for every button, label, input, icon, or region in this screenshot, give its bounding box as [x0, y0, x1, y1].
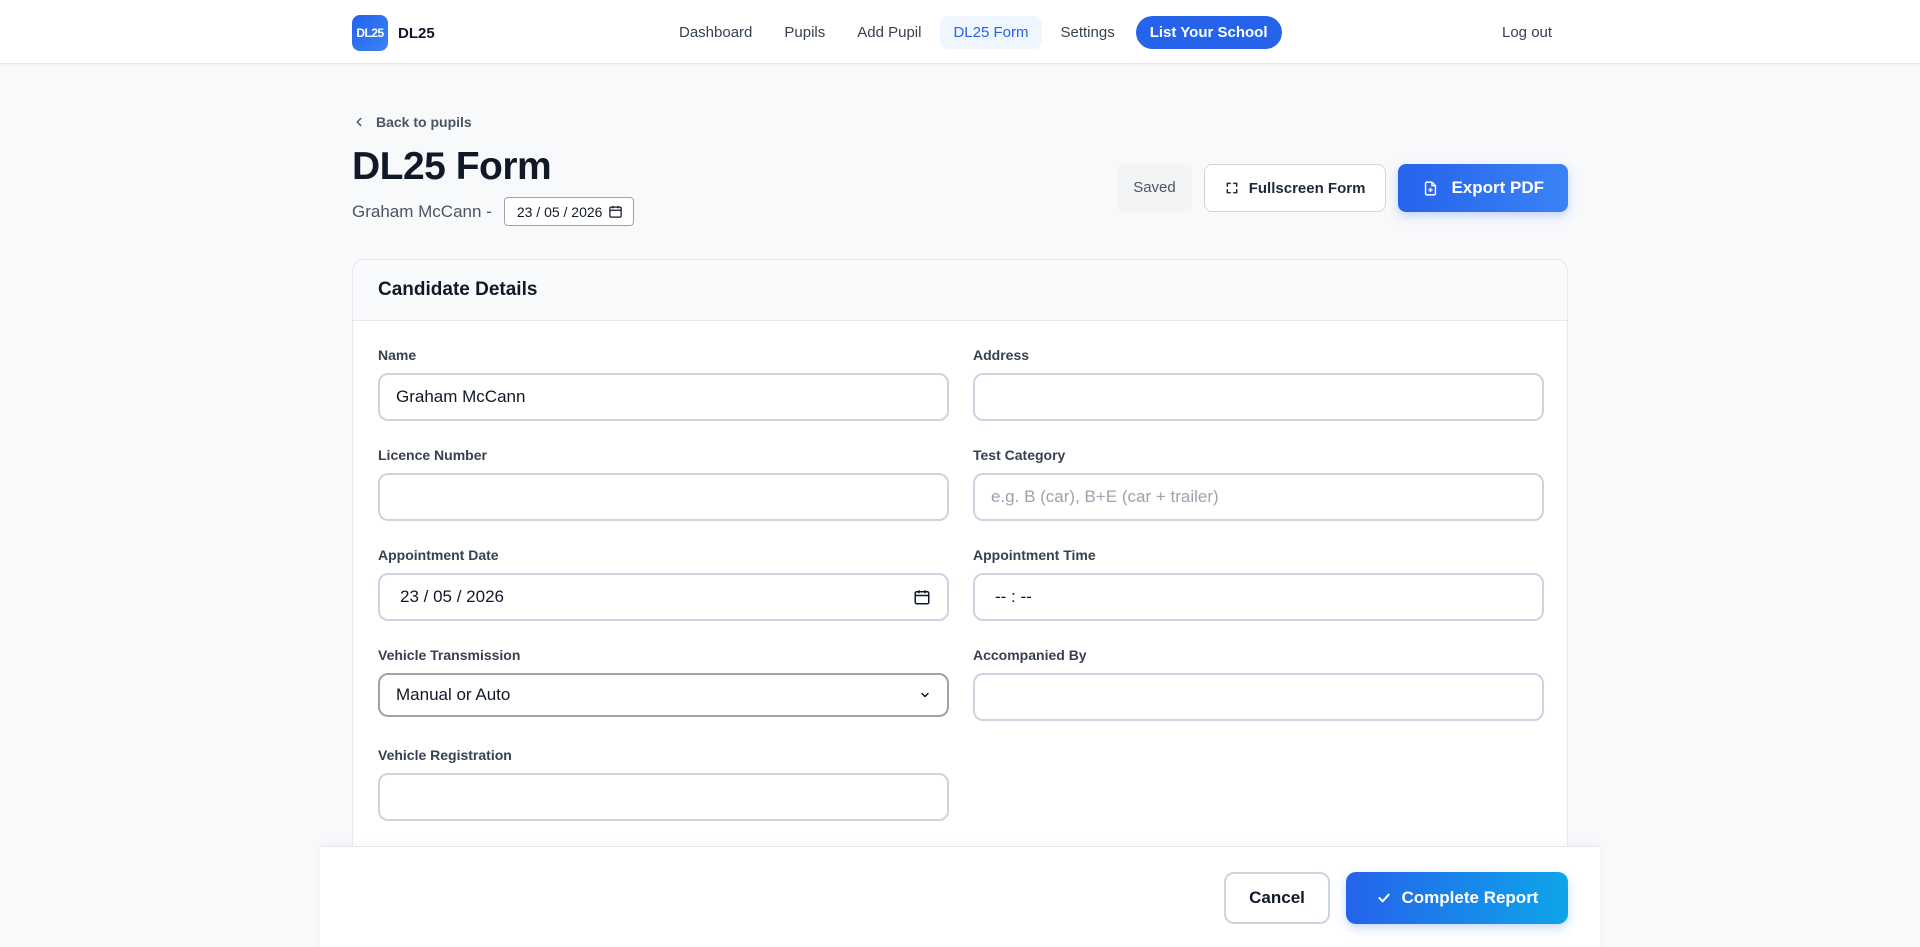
back-label: Back to pupils	[376, 114, 472, 130]
export-pdf-button[interactable]: Export PDF	[1398, 164, 1568, 212]
file-icon	[1425, 180, 1437, 196]
accompanied-by-label: Accompanied By	[973, 647, 1087, 663]
name-label: Name	[378, 347, 417, 363]
candidate-details-card: Candidate Details Name Graham McCann Add…	[352, 259, 1568, 947]
header-date-input[interactable]: 23 / 05 / 2026	[503, 197, 635, 226]
chevron-left-icon	[356, 117, 362, 127]
logout-link[interactable]: Log out	[1502, 24, 1552, 41]
appointment-date-value: 23 / 05 / 2026	[400, 587, 504, 606]
vehicle-transmission-label: Vehicle Transmission	[378, 647, 521, 663]
chevron-down-icon	[921, 692, 929, 698]
check-icon	[1377, 893, 1390, 903]
list-your-school-button[interactable]: List Your School	[1135, 16, 1282, 49]
calendar-icon	[609, 205, 623, 218]
name-field[interactable]: Graham McCann	[378, 373, 949, 421]
pupil-name: Graham McCann -	[352, 201, 492, 221]
card-title: Candidate Details	[353, 260, 1567, 321]
test-category-label: Test Category	[973, 447, 1066, 463]
fullscreen-label: Fullscreen Form	[1248, 179, 1366, 197]
test-category-field[interactable]: e.g. B (car), B+E (car + trailer)	[973, 473, 1544, 521]
page-title: DL25 Form	[352, 145, 552, 188]
licence-number-label: Licence Number	[378, 447, 487, 463]
address-field[interactable]	[973, 373, 1544, 421]
appointment-date-field[interactable]: 23 / 05 / 2026	[378, 573, 949, 621]
vehicle-transmission-select[interactable]: Manual or Auto	[378, 673, 949, 717]
appointment-date-label: Appointment Date	[378, 547, 499, 563]
licence-number-field[interactable]	[378, 473, 949, 521]
export-label: Export PDF	[1451, 178, 1544, 197]
appointment-time-value: -- : --	[995, 587, 1032, 606]
footer-action-bar: Cancel Complete Report	[320, 846, 1600, 947]
nav-item-settings[interactable]: Settings	[1048, 16, 1128, 49]
brand[interactable]: DL25 DL25	[352, 15, 435, 51]
main-nav: Dashboard Pupils Add Pupil DL25 Form Set…	[666, 16, 1282, 49]
appointment-time-field[interactable]: -- : --	[973, 573, 1544, 621]
address-label: Address	[973, 347, 1030, 363]
saved-status-badge: Saved	[1117, 164, 1192, 212]
fullscreen-form-button[interactable]: Fullscreen Form	[1203, 164, 1387, 212]
nav-item-add-pupil[interactable]: Add Pupil	[844, 16, 934, 49]
brand-name: DL25	[398, 24, 435, 42]
nav-item-pupils[interactable]: Pupils	[771, 16, 838, 49]
nav-item-dl25-form[interactable]: DL25 Form	[940, 16, 1042, 49]
vehicle-registration-label: Vehicle Registration	[378, 747, 512, 763]
complete-report-label: Complete Report	[1401, 888, 1539, 907]
cancel-button[interactable]: Cancel	[1224, 872, 1330, 924]
complete-report-button[interactable]: Complete Report	[1346, 872, 1568, 924]
fullscreen-icon	[1226, 182, 1238, 194]
appointment-time-label: Appointment Time	[973, 547, 1096, 563]
test-category-placeholder: e.g. B (car), B+E (car + trailer)	[991, 487, 1219, 506]
brand-logo: DL25	[352, 15, 388, 51]
back-to-pupils-link[interactable]: Back to pupils	[352, 114, 472, 130]
header-actions: Saved Fullscreen Form Export PDF	[1117, 164, 1568, 212]
accompanied-by-field[interactable]	[973, 673, 1544, 721]
vehicle-transmission-value: Manual or Auto	[396, 685, 511, 704]
calendar-icon[interactable]	[913, 588, 931, 606]
top-navbar: DL25 DL25 Dashboard Pupils Add Pupil DL2…	[0, 0, 1920, 64]
nav-item-dashboard[interactable]: Dashboard	[666, 16, 765, 49]
vehicle-registration-field[interactable]	[378, 773, 949, 821]
header-date-value: 23 / 05 / 2026	[516, 203, 603, 220]
name-value: Graham McCann	[396, 387, 526, 406]
page-subtitle: Graham McCann - 23 / 05 / 2026	[352, 197, 635, 226]
